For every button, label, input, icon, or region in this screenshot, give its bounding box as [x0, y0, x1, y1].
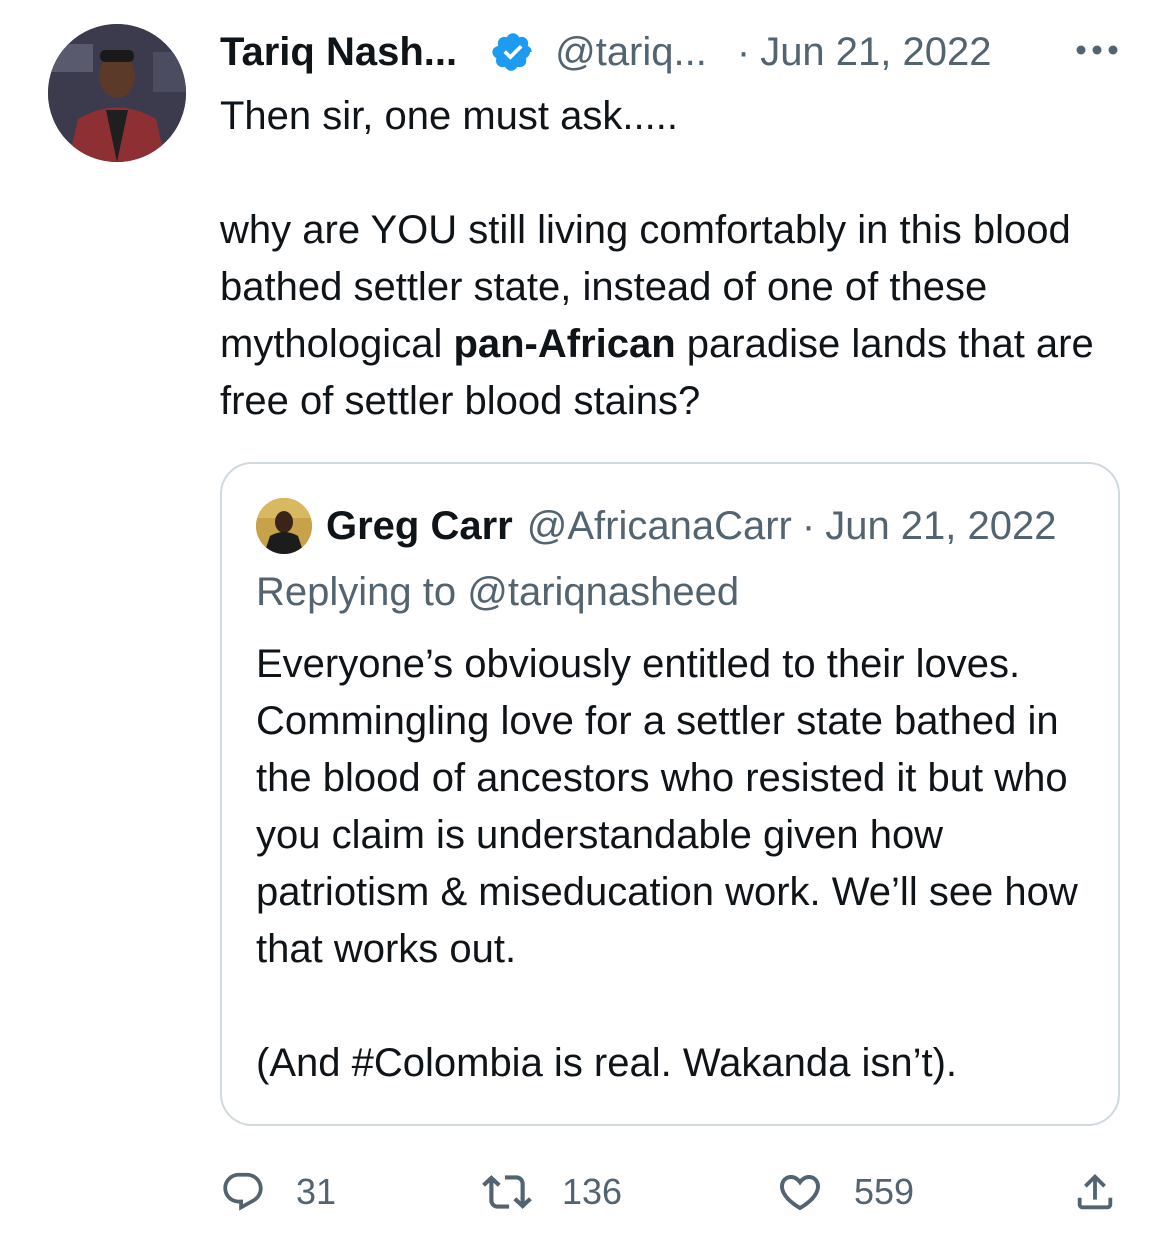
quoted-tweet-header: Greg Carr @AfricanaCarr · Jun 21, 2022 [326, 500, 1057, 552]
heart-icon [776, 1168, 824, 1216]
tweet[interactable]: Tariq Nash... @tariq... · Jun 21, 2022 T… [0, 0, 1170, 1234]
tweet-text-p2-bold: pan-African [453, 322, 676, 366]
share-icon [1072, 1169, 1118, 1215]
verified-badge-icon [491, 30, 535, 74]
author-handle[interactable]: @tariq... [555, 30, 707, 75]
tweet-text-paragraph2: why are YOU still living comfortably in … [220, 202, 1120, 430]
action-bar: 31 136 559 [220, 1164, 1120, 1220]
tweet-text: Then sir, one must ask..... why are YOU … [220, 88, 1120, 430]
reply-count: 31 [296, 1171, 337, 1212]
quoted-tweet-date[interactable]: Jun 21, 2022 [825, 504, 1056, 549]
quoted-author-name[interactable]: Greg Carr [326, 504, 513, 549]
retweet-count: 136 [562, 1171, 623, 1212]
like-button[interactable]: 559 [776, 1164, 914, 1220]
retweet-icon [482, 1167, 532, 1217]
reply-icon [220, 1169, 266, 1215]
quoted-text-paragraph1: Everyone’s obviously entitled to their l… [256, 642, 1078, 971]
tweet-date[interactable]: Jun 21, 2022 [760, 30, 991, 75]
quoted-tweet-text: Everyone’s obviously entitled to their l… [256, 636, 1096, 1092]
author-avatar[interactable] [48, 24, 186, 162]
more-options-icon[interactable] [1074, 40, 1120, 60]
quoted-tweet[interactable]: Greg Carr @AfricanaCarr · Jun 21, 2022 R… [220, 462, 1120, 1126]
author-name[interactable]: Tariq Nash... [220, 30, 457, 75]
tweet-header: Tariq Nash... @tariq... · Jun 21, 2022 [220, 26, 992, 78]
retweet-button[interactable]: 136 [482, 1164, 622, 1220]
replying-to: Replying to @tariqnasheed [256, 570, 740, 614]
header-separator: · [736, 29, 751, 74]
quoted-header-separator: · [801, 503, 816, 548]
quoted-author-avatar [256, 498, 312, 554]
like-count: 559 [854, 1171, 915, 1212]
author-avatar-image [48, 24, 186, 162]
tweet-text-line1: Then sir, one must ask..... [220, 94, 678, 138]
share-button[interactable] [1072, 1164, 1118, 1220]
quoted-author-handle[interactable]: @AfricanaCarr [527, 504, 792, 549]
reply-button[interactable]: 31 [220, 1164, 336, 1220]
quoted-text-paragraph2: (And #Colombia is real. Wakanda isn’t). [256, 1041, 958, 1085]
quoted-avatar-image [256, 498, 312, 554]
